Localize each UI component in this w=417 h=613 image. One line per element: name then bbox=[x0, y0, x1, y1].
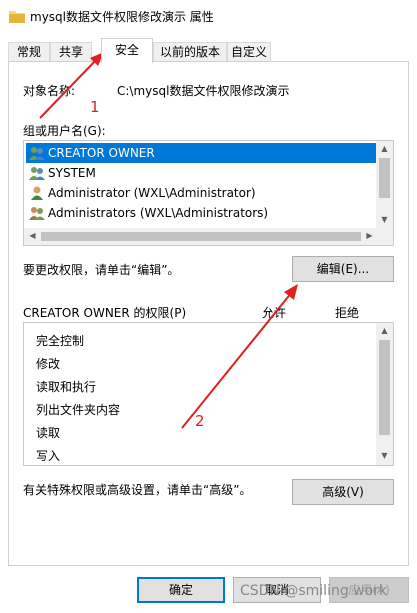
permissions-title: CREATOR OWNER 的权限(P) bbox=[23, 306, 187, 320]
ok-button[interactable]: 确定 bbox=[137, 577, 225, 603]
deny-column-header: 拒绝 bbox=[335, 306, 360, 320]
edit-button[interactable]: 编辑(E)... bbox=[292, 256, 394, 282]
permission-item: 读取 bbox=[36, 426, 61, 440]
scroll-up-icon[interactable]: ▲ bbox=[376, 326, 393, 335]
window-title: mysql数据文件权限修改演示 属性 bbox=[30, 10, 214, 24]
tab-security[interactable]: 安全 bbox=[101, 38, 153, 63]
scroll-down-icon[interactable]: ▼ bbox=[376, 215, 393, 224]
scroll-thumb[interactable] bbox=[41, 232, 361, 241]
permissions-list: 完全控制 修改 读取和执行 列出文件夹内容 读取 写入 ▲ ▼ bbox=[23, 322, 394, 466]
scroll-left-icon[interactable]: ◀ bbox=[24, 231, 41, 240]
user-list-vertical-scrollbar[interactable]: ▲ ▼ bbox=[376, 141, 393, 229]
list-item[interactable]: SYSTEM bbox=[26, 163, 378, 183]
object-name-value: C:\mysql数据文件权限修改演示 bbox=[117, 84, 290, 98]
tab-sharing[interactable]: 共享 bbox=[50, 42, 92, 62]
group-user-label: 组或用户名(G): bbox=[23, 124, 106, 138]
user-name: Administrators (WXL\Administrators) bbox=[48, 206, 269, 220]
edit-hint: 要更改权限，请单击“编辑”。 bbox=[23, 263, 180, 277]
folder-icon bbox=[9, 11, 25, 23]
allow-column-header: 允许 bbox=[262, 306, 287, 320]
permission-item: 修改 bbox=[36, 357, 61, 371]
user-icon bbox=[31, 186, 43, 200]
user-name: CREATOR OWNER bbox=[48, 146, 155, 160]
tab-customize[interactable]: 自定义 bbox=[227, 42, 271, 62]
user-name: Administrator (WXL\Administrator) bbox=[48, 186, 256, 200]
annotation-label-2: 2 bbox=[195, 412, 205, 430]
list-item[interactable]: Administrators (WXL\Administrators) bbox=[26, 203, 378, 223]
permission-item: 完全控制 bbox=[36, 334, 85, 348]
tab-general[interactable]: 常规 bbox=[8, 42, 50, 62]
permissions-scrollbar[interactable]: ▲ ▼ bbox=[376, 323, 393, 465]
object-name-label: 对象名称: bbox=[23, 84, 76, 98]
user-name: SYSTEM bbox=[48, 166, 96, 180]
users-group-icon bbox=[29, 207, 45, 220]
users-group-icon bbox=[29, 147, 45, 160]
scroll-thumb[interactable] bbox=[379, 340, 390, 435]
scroll-right-icon[interactable]: ▶ bbox=[361, 231, 378, 240]
advanced-button[interactable]: 高级(V) bbox=[292, 479, 394, 505]
annotation-label-1: 1 bbox=[90, 98, 100, 116]
scroll-up-icon[interactable]: ▲ bbox=[376, 144, 393, 153]
list-item[interactable]: Administrator (WXL\Administrator) bbox=[26, 183, 378, 203]
tab-bar: 常规 共享 安全 以前的版本 自定义 bbox=[0, 38, 417, 63]
permission-item: 列出文件夹内容 bbox=[36, 403, 121, 417]
scroll-thumb[interactable] bbox=[379, 158, 390, 198]
permission-item: 写入 bbox=[36, 449, 61, 463]
list-item[interactable]: CREATOR OWNER bbox=[26, 143, 378, 163]
user-list-horizontal-scrollbar[interactable]: ◀ ▶ bbox=[24, 228, 393, 245]
advanced-hint: 有关特殊权限或高级设置，请单击“高级”。 bbox=[23, 483, 252, 497]
watermark: CSDN @smiling work bbox=[240, 583, 388, 599]
permission-item: 读取和执行 bbox=[36, 380, 97, 394]
tab-previous-versions[interactable]: 以前的版本 bbox=[153, 42, 227, 62]
title-bar: mysql数据文件权限修改演示 属性 bbox=[0, 0, 417, 34]
user-list[interactable]: CREATOR OWNER SYSTEM Administrator (WXL\… bbox=[23, 140, 394, 246]
users-group-icon bbox=[29, 167, 45, 180]
scroll-down-icon[interactable]: ▼ bbox=[376, 451, 393, 460]
